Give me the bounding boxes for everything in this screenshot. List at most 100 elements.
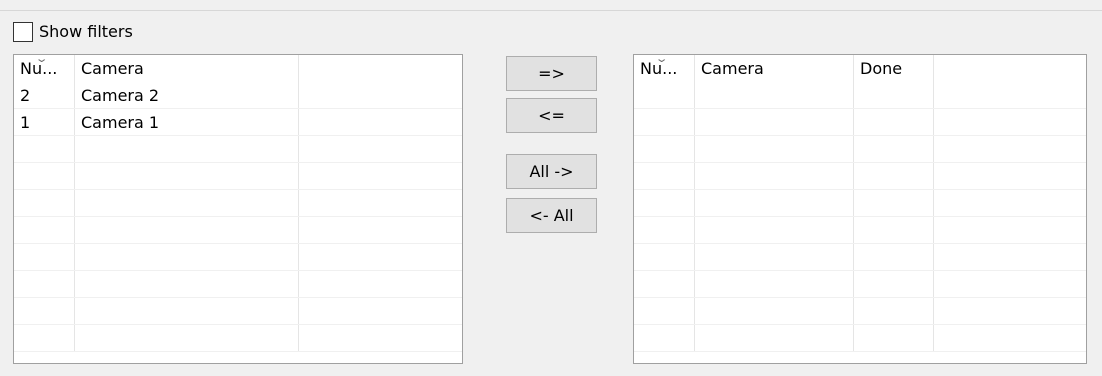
table-cell [934, 109, 1086, 135]
table-cell [934, 136, 1086, 162]
remove-selected-button[interactable]: <= [506, 98, 597, 133]
table-cell [934, 190, 1086, 216]
table-row[interactable] [634, 325, 1086, 352]
column-header-number[interactable]: ⌄ Nu... [634, 55, 695, 82]
show-filters-checkbox[interactable] [13, 22, 33, 42]
column-header-camera[interactable]: Camera [75, 55, 299, 82]
table-cell [634, 271, 695, 297]
table-cell [634, 325, 695, 351]
table-cell [299, 244, 462, 270]
table-cell [695, 325, 854, 351]
table-cell [934, 325, 1086, 351]
table-cell [14, 163, 75, 189]
table-cell [695, 244, 854, 270]
remove-all-button[interactable]: <- All [506, 198, 597, 233]
table-cell [299, 109, 462, 135]
table-cell: 1 [14, 109, 75, 135]
sort-arrow-icon: ⌄ [34, 55, 49, 65]
table-row[interactable] [14, 325, 462, 352]
table-cell [299, 163, 462, 189]
table-cell [695, 271, 854, 297]
table-row[interactable] [14, 298, 462, 325]
table-row[interactable] [634, 217, 1086, 244]
table-cell [634, 82, 695, 108]
table-row[interactable] [634, 136, 1086, 163]
table-cell [695, 109, 854, 135]
source-list-rows: 2 Camera 2 1 Camera 1 [14, 82, 462, 352]
table-row[interactable]: 2 Camera 2 [14, 82, 462, 109]
target-list-header: ⌄ Nu... Camera Done [634, 55, 1086, 82]
table-cell [634, 136, 695, 162]
source-camera-list[interactable]: ⌄ Nu... Camera 2 Camera 2 1 Camera 1 [13, 54, 463, 364]
table-cell [75, 298, 299, 324]
table-cell [75, 244, 299, 270]
table-cell [695, 217, 854, 243]
column-header-filler [299, 55, 462, 82]
table-row[interactable] [634, 109, 1086, 136]
table-cell [695, 190, 854, 216]
table-cell [854, 136, 934, 162]
table-row[interactable] [14, 136, 462, 163]
show-filters-label: Show filters [39, 22, 133, 41]
table-cell [695, 82, 854, 108]
column-header-camera[interactable]: Camera [695, 55, 854, 82]
table-cell: 2 [14, 82, 75, 108]
table-cell [934, 298, 1086, 324]
table-cell [299, 325, 462, 351]
table-cell [634, 298, 695, 324]
table-cell [934, 82, 1086, 108]
table-cell [14, 190, 75, 216]
table-row[interactable] [634, 271, 1086, 298]
table-cell [695, 298, 854, 324]
table-cell [14, 136, 75, 162]
table-row[interactable] [14, 217, 462, 244]
column-header-done[interactable]: Done [854, 55, 934, 82]
table-cell [14, 217, 75, 243]
add-all-button[interactable]: All -> [506, 154, 597, 189]
table-row[interactable] [634, 244, 1086, 271]
table-cell [695, 136, 854, 162]
table-cell [934, 244, 1086, 270]
table-cell [934, 163, 1086, 189]
add-selected-button[interactable]: => [506, 56, 597, 91]
table-cell [14, 244, 75, 270]
table-cell [854, 217, 934, 243]
table-row[interactable]: 1 Camera 1 [14, 109, 462, 136]
target-camera-list[interactable]: ⌄ Nu... Camera Done [633, 54, 1087, 364]
top-separator [0, 10, 1102, 11]
table-cell [634, 190, 695, 216]
table-row[interactable] [14, 271, 462, 298]
table-cell [854, 190, 934, 216]
table-cell [854, 325, 934, 351]
table-cell [75, 217, 299, 243]
source-list-header: ⌄ Nu... Camera [14, 55, 462, 82]
table-cell [854, 163, 934, 189]
table-cell [634, 109, 695, 135]
table-cell [854, 271, 934, 297]
table-cell [934, 217, 1086, 243]
table-row[interactable] [634, 298, 1086, 325]
table-row[interactable] [14, 163, 462, 190]
column-header-filler [934, 55, 1086, 82]
table-cell [75, 136, 299, 162]
table-row[interactable] [634, 163, 1086, 190]
table-cell [75, 271, 299, 297]
table-cell [299, 190, 462, 216]
table-cell [854, 109, 934, 135]
table-row[interactable] [14, 190, 462, 217]
table-cell [634, 163, 695, 189]
table-cell [934, 271, 1086, 297]
table-cell [854, 82, 934, 108]
table-cell [14, 271, 75, 297]
table-cell [75, 325, 299, 351]
column-header-number[interactable]: ⌄ Nu... [14, 55, 75, 82]
table-cell [75, 163, 299, 189]
table-cell [75, 190, 299, 216]
table-row[interactable] [634, 82, 1086, 109]
show-filters-toggle[interactable]: Show filters [13, 21, 133, 43]
table-cell [299, 271, 462, 297]
table-cell [299, 298, 462, 324]
table-row[interactable] [14, 244, 462, 271]
table-row[interactable] [634, 190, 1086, 217]
table-cell [14, 325, 75, 351]
